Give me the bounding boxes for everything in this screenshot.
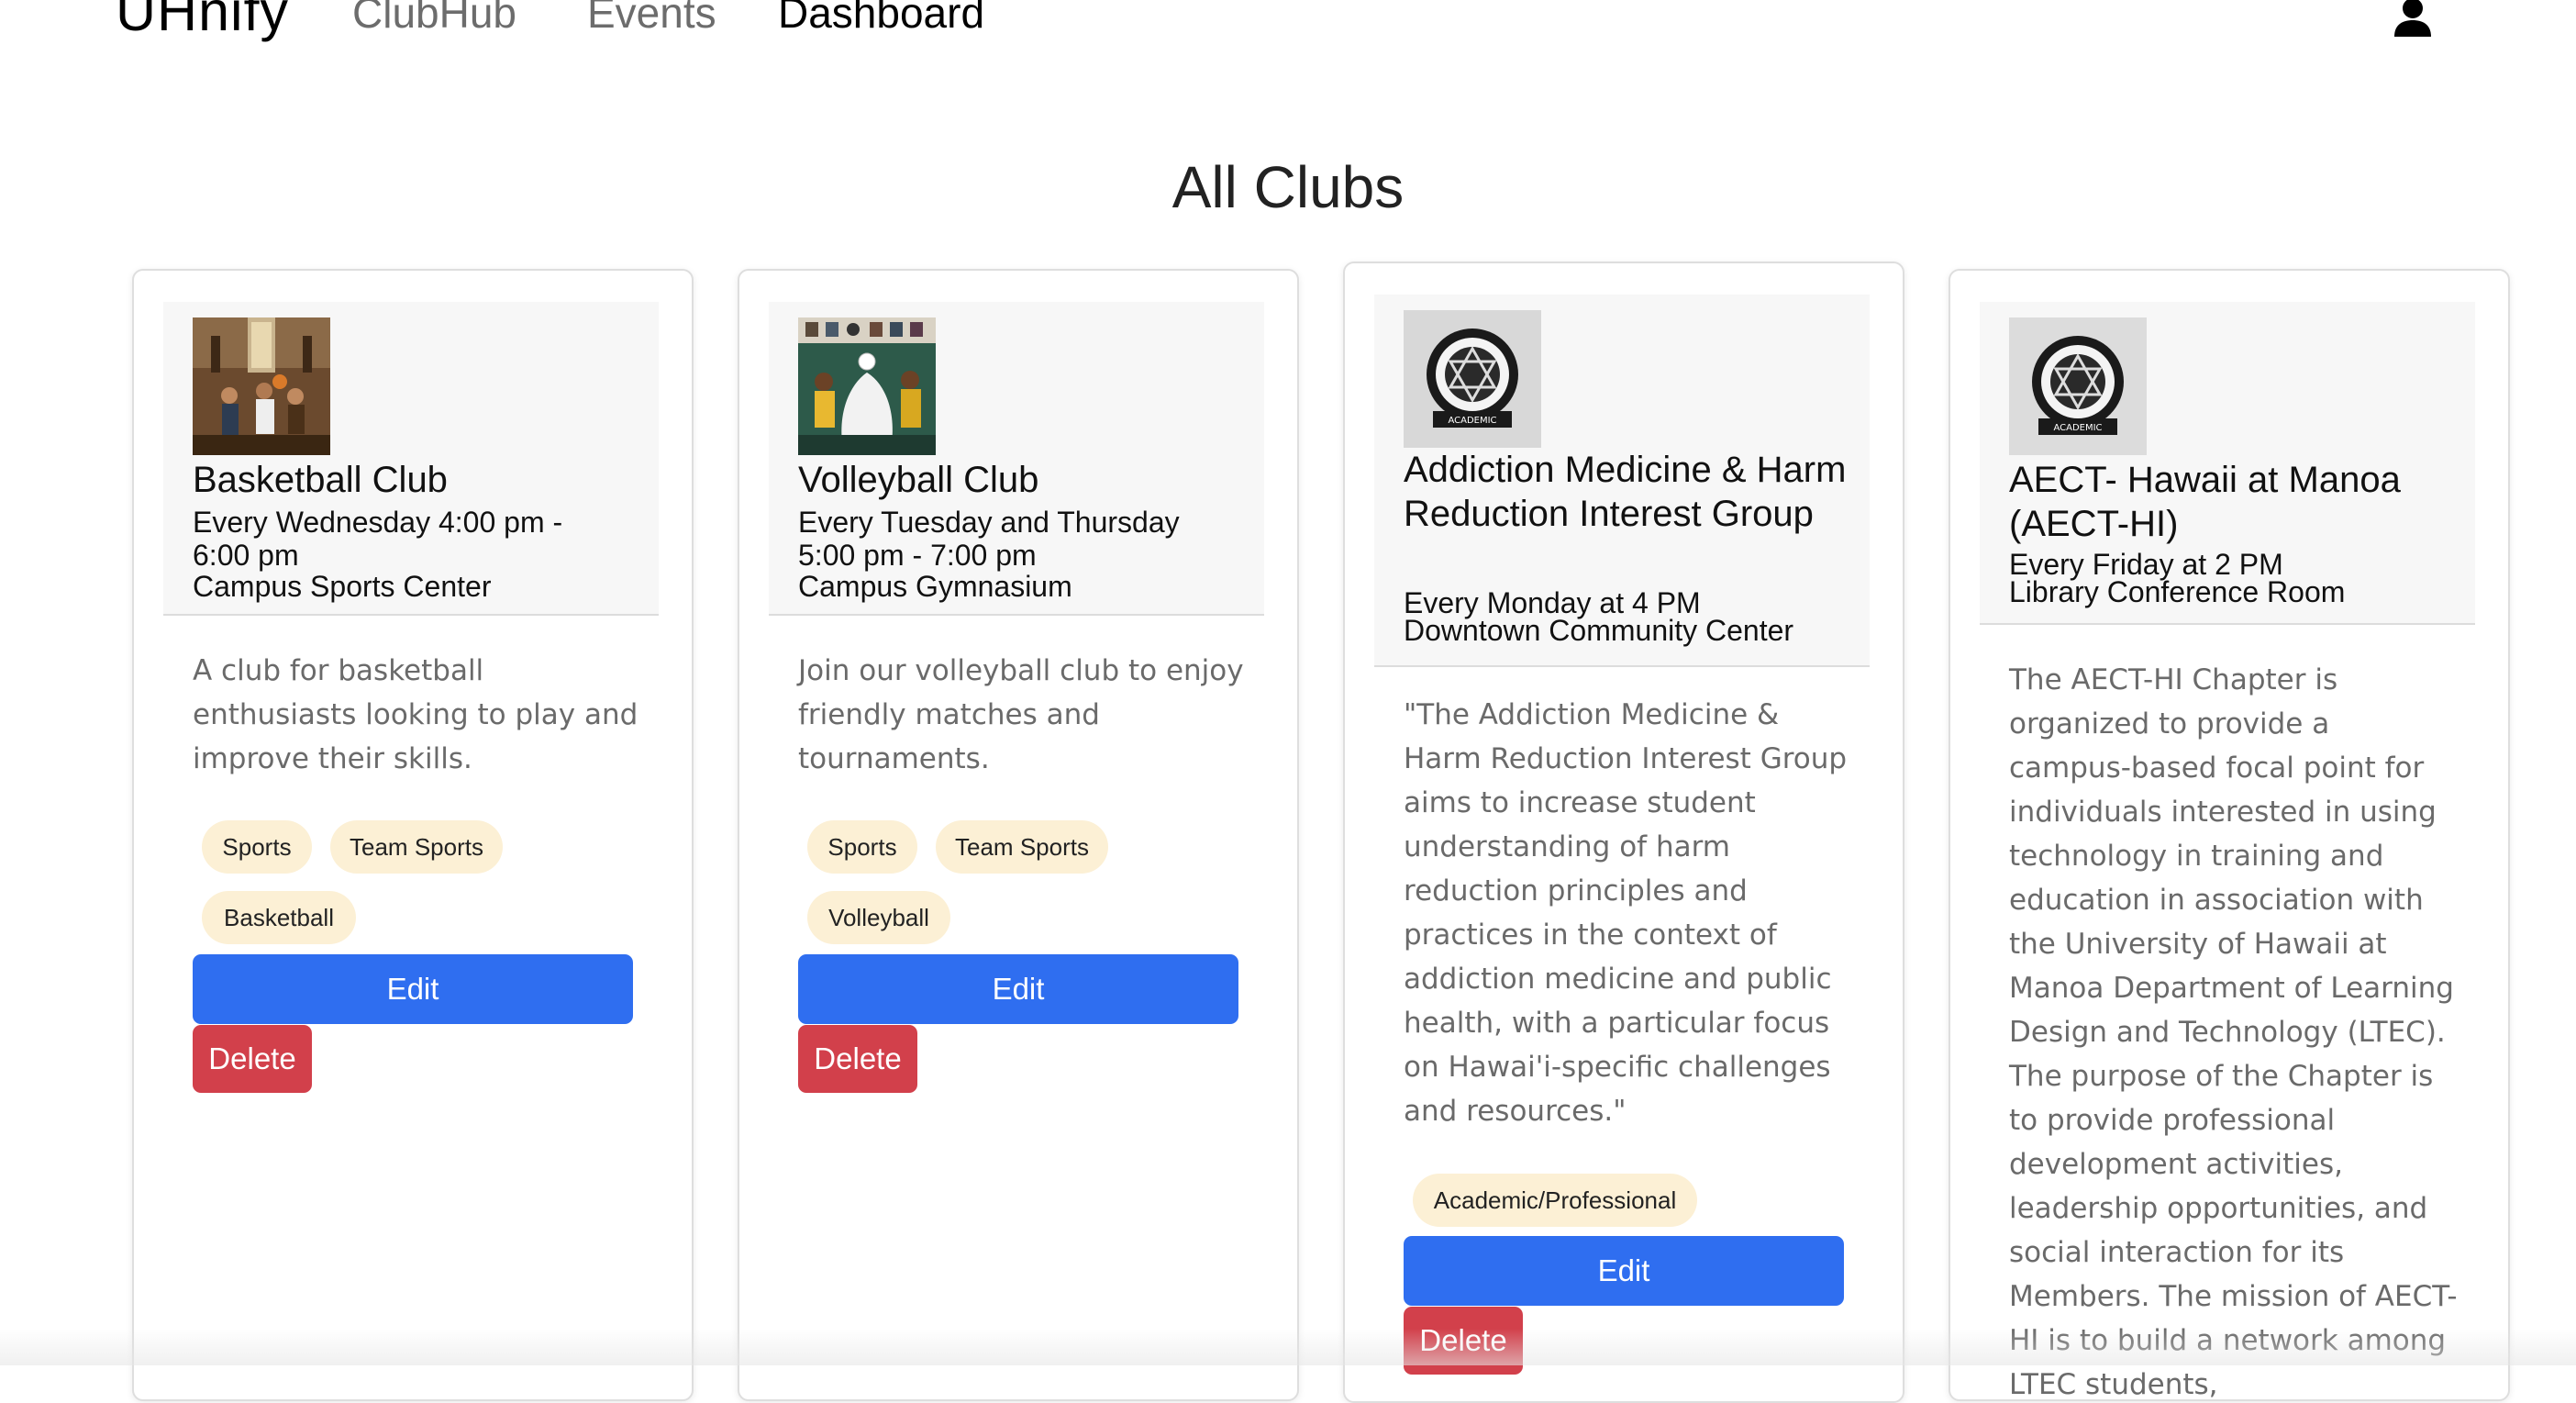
club-schedule: Every Wednesday 4:00 pm - 6:00 pm — [193, 506, 563, 572]
top-navbar: UHnify ClubHub Events Dashboard — [0, 0, 2576, 55]
user-icon[interactable] — [2393, 0, 2433, 39]
club-name: Addiction Medicine & Harm Reduction Inte… — [1404, 450, 1847, 534]
delete-button[interactable]: Delete — [193, 1025, 312, 1093]
club-name: AECT- Hawaii at Manoa (AECT-HI) — [2009, 460, 2401, 544]
club-description: The AECT-HI Chapter is organized to prov… — [2009, 663, 2458, 1401]
tag-badge: Team Sports — [330, 820, 503, 874]
club-card-basketball: Basketball Club Every Wednesday 4:00 pm … — [132, 269, 694, 1401]
club-location: Campus Sports Center — [193, 570, 492, 603]
club-location: Library Conference Room — [2009, 575, 2346, 608]
delete-button[interactable]: Delete — [798, 1025, 917, 1093]
club-logo-academic: ACADEMIC — [1404, 310, 1541, 448]
tag-badge: Team Sports — [936, 820, 1108, 874]
card-header: Basketball Club Every Wednesday 4:00 pm … — [163, 302, 659, 616]
page-title: All Clubs — [1171, 154, 1405, 220]
brand-logo[interactable]: UHnify — [116, 0, 289, 46]
club-name: Volleyball Club — [798, 460, 1039, 500]
edit-button[interactable]: Edit — [1404, 1236, 1844, 1306]
nav-link-dashboard[interactable]: Dashboard — [778, 0, 984, 40]
nav-link-events[interactable]: Events — [587, 0, 716, 40]
club-card-volleyball: Volleyball Club Every Tuesday and Thursd… — [738, 269, 1299, 1401]
club-card-aect-hi: ACADEMIC AECT- Hawaii at Manoa (AECT-HI)… — [1949, 269, 2510, 1401]
club-description: Join our volleyball club to enjoy friend… — [798, 654, 1244, 775]
club-image-volleyball — [798, 317, 936, 455]
edit-button[interactable]: Edit — [193, 954, 633, 1024]
tag-badge: Academic/Professional — [1413, 1174, 1697, 1227]
club-description: "The Addiction Medicine & Harm Reduction… — [1404, 698, 1848, 1128]
logo-text: ACADEMIC — [1448, 416, 1496, 426]
card-header: ACADEMIC Addiction Medicine & Harm Reduc… — [1374, 295, 1870, 667]
club-logo-academic: ACADEMIC — [2009, 317, 2147, 455]
club-location: Downtown Community Center — [1404, 614, 1794, 647]
nav-link-clubhub[interactable]: ClubHub — [352, 0, 516, 40]
card-header: ACADEMIC AECT- Hawaii at Manoa (AECT-HI)… — [1980, 302, 2475, 625]
tag-badge: Volleyball — [807, 891, 950, 944]
tag-badge: Sports — [807, 820, 917, 874]
bottom-fade — [0, 1329, 2576, 1365]
edit-button[interactable]: Edit — [798, 954, 1238, 1024]
club-card-addiction-medicine: ACADEMIC Addiction Medicine & Harm Reduc… — [1343, 262, 1904, 1403]
club-schedule: Every Tuesday and Thursday 5:00 pm - 7:0… — [798, 506, 1180, 572]
club-location: Campus Gymnasium — [798, 570, 1072, 603]
club-description: A club for basketball enthusiasts lookin… — [193, 654, 638, 775]
logo-text: ACADEMIC — [2053, 423, 2102, 433]
tag-badge: Basketball — [202, 891, 356, 944]
club-image-basketball — [193, 317, 330, 455]
club-name: Basketball Club — [193, 460, 448, 500]
card-header: Volleyball Club Every Tuesday and Thursd… — [769, 302, 1264, 616]
tag-badge: Sports — [202, 820, 312, 874]
